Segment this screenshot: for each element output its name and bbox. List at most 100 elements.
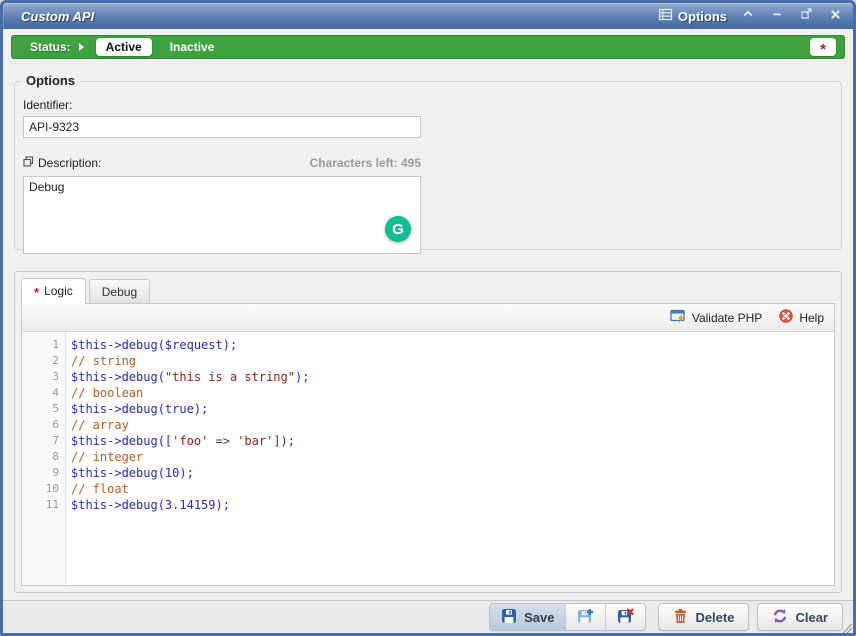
code-line[interactable]: $this->debug(true);: [71, 401, 834, 417]
code-line[interactable]: $this->debug($request);: [71, 337, 834, 353]
code-token-code: $this->debug($request);: [71, 338, 237, 352]
code-editor-box: Validate PHP Help 1234567891011 $this->d…: [21, 303, 835, 586]
code-token-code: $this->debug(3.14159);: [71, 498, 230, 512]
line-number: 1: [22, 337, 65, 353]
code-token-com: // array: [71, 418, 129, 432]
options-section: Options Identifier: Description: Charact…: [14, 81, 842, 250]
options-menu-icon: [658, 7, 673, 25]
trash-icon: [673, 608, 688, 627]
status-label: Status:: [30, 40, 71, 54]
red-asterisk-icon: *: [820, 47, 826, 53]
resize-grip[interactable]: [840, 620, 852, 632]
tab-debug[interactable]: Debug: [89, 279, 150, 303]
code-line[interactable]: $this->debug("this is a string");: [71, 369, 834, 385]
help-label: Help: [799, 311, 824, 325]
code-line[interactable]: $this->debug(3.14159);: [71, 497, 834, 513]
tab-debug-label: Debug: [102, 285, 137, 299]
help-button[interactable]: Help: [778, 308, 824, 327]
required-asterisk-icon: *: [34, 290, 39, 296]
validate-php-label: Validate PHP: [692, 311, 762, 325]
minimize-button[interactable]: [769, 8, 785, 24]
refresh-icon: [772, 608, 788, 627]
line-number: 2: [22, 353, 65, 369]
code-token-com: // boolean: [71, 386, 143, 400]
code-line[interactable]: $this->debug(10);: [71, 465, 834, 481]
description-label: Description:: [38, 156, 101, 170]
validate-php-button[interactable]: Validate PHP: [670, 308, 762, 327]
validate-php-icon: [670, 308, 687, 327]
code-token-com: // float: [71, 482, 129, 496]
chevron-up-icon: [742, 7, 754, 25]
code-line[interactable]: // string: [71, 353, 834, 369]
tab-strip: * Logic Debug: [21, 278, 835, 303]
status-option-active[interactable]: Active: [96, 38, 152, 56]
code-area[interactable]: 1234567891011 $this->debug($request);// …: [22, 332, 834, 585]
save-floppy-icon: [501, 608, 517, 627]
expand-description-icon[interactable]: [23, 154, 34, 172]
clear-button[interactable]: Clear: [757, 603, 843, 631]
code-token-str: 'bar': [237, 434, 273, 448]
popout-button[interactable]: [798, 8, 814, 24]
tab-logic[interactable]: * Logic: [21, 278, 86, 304]
required-indicator-button[interactable]: *: [810, 38, 836, 56]
save-label: Save: [524, 610, 554, 625]
options-section-legend: Options: [21, 73, 80, 88]
save-and-close-button[interactable]: [606, 604, 645, 630]
code-token-com: // string: [71, 354, 136, 368]
tab-logic-label: Logic: [44, 284, 73, 298]
code-token-code: ]);: [273, 434, 295, 448]
code-line[interactable]: // float: [71, 481, 834, 497]
save-plus-icon: [577, 608, 594, 627]
custom-api-window: Custom API Options: [0, 0, 856, 636]
options-menu-label: Options: [678, 9, 727, 24]
save-and-new-button[interactable]: [566, 604, 606, 630]
delete-label: Delete: [695, 610, 734, 625]
status-bar: Status: Active Inactive *: [11, 35, 845, 59]
editor-toolbar: Validate PHP Help: [22, 304, 834, 332]
code-line[interactable]: // array: [71, 417, 834, 433]
close-button[interactable]: [827, 8, 843, 24]
footer-bar: Save Delete Clear: [3, 601, 853, 633]
code-token-code: $this->debug([: [71, 434, 172, 448]
titlebar[interactable]: Custom API Options: [3, 3, 853, 29]
description-header: Description: Characters left: 495: [23, 154, 421, 172]
delete-button[interactable]: Delete: [658, 603, 749, 631]
code-token-code: $this->debug(: [71, 370, 165, 384]
status-option-inactive[interactable]: Inactive: [160, 38, 225, 56]
line-number: 4: [22, 385, 65, 401]
code-gutter: 1234567891011: [22, 332, 66, 585]
code-token-op: =>: [216, 434, 230, 448]
code-lines[interactable]: $this->debug($request);// string$this->d…: [66, 332, 834, 585]
code-line[interactable]: $this->debug(['foo' => 'bar']);: [71, 433, 834, 449]
line-number: 9: [22, 465, 65, 481]
identifier-input[interactable]: [23, 116, 421, 138]
help-life-ring-icon: [778, 308, 794, 327]
window-title: Custom API: [13, 9, 94, 24]
status-arrow-icon: [79, 43, 84, 51]
code-line[interactable]: // boolean: [71, 385, 834, 401]
code-token-code: $this->debug(true);: [71, 402, 208, 416]
line-number: 11: [22, 497, 65, 513]
save-button[interactable]: Save: [490, 604, 566, 630]
line-number: 10: [22, 481, 65, 497]
description-textarea[interactable]: Debug: [23, 176, 421, 254]
logic-panel: * Logic Debug Validate PHP He: [14, 271, 842, 593]
identifier-label: Identifier:: [23, 98, 833, 112]
popout-icon: [800, 7, 813, 25]
clear-label: Clear: [795, 610, 828, 625]
line-number: 3: [22, 369, 65, 385]
line-number: 8: [22, 449, 65, 465]
line-number: 7: [22, 433, 65, 449]
code-token-code: $this->debug(10);: [71, 466, 194, 480]
save-button-group: Save: [489, 603, 646, 631]
code-token-code: [208, 434, 215, 448]
line-number: 6: [22, 417, 65, 433]
grammarly-icon[interactable]: G: [385, 216, 411, 242]
code-token-str: 'foo': [172, 434, 208, 448]
collapse-button[interactable]: [740, 8, 756, 24]
code-line[interactable]: // integer: [71, 449, 834, 465]
titlebar-controls: Options: [658, 7, 843, 25]
description-field-wrap: Debug G: [23, 176, 421, 254]
options-menu-button[interactable]: Options: [658, 7, 727, 25]
close-icon: [830, 7, 841, 25]
